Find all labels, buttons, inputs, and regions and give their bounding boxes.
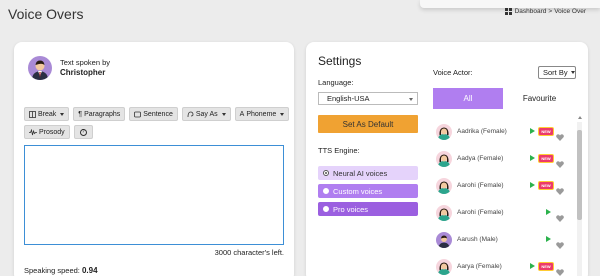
chevron-down-icon — [60, 112, 65, 116]
prosody-button[interactable]: Prosody — [24, 125, 70, 139]
radio-checked-icon — [323, 170, 329, 176]
page-title: Voice Overs — [8, 6, 84, 22]
actor-name: Aarya (Female) — [457, 263, 502, 270]
speaker-name: Christopher — [60, 68, 106, 77]
actor-name: Aarohi (Female) — [457, 209, 504, 216]
breadcrumb-current: Voice Over — [554, 8, 586, 15]
set-default-button[interactable]: Set As Default — [318, 115, 418, 133]
paragraphs-button[interactable]: ¶ Paragraphs — [73, 107, 126, 121]
new-badge-icon: NEW — [538, 127, 554, 136]
speed-value: 0.94 — [81, 266, 98, 275]
prosody-icon — [29, 128, 37, 135]
paragraph-icon: ¶ — [78, 110, 83, 118]
chevron-down-icon — [409, 98, 413, 101]
breadcrumb-separator: > — [548, 8, 553, 15]
tab-favourite[interactable]: Favourite — [503, 88, 576, 109]
settings-card: Settings Language: English-USA Set As De… — [306, 42, 588, 276]
scrollbar-thumb[interactable] — [577, 130, 582, 220]
voice-actor-item[interactable]: Aarohi (Female) — [433, 199, 573, 226]
actor-list-scrollbar[interactable] — [577, 122, 582, 276]
new-badge-icon: NEW — [538, 262, 554, 271]
tab-all[interactable]: All — [433, 88, 503, 109]
chevron-down-icon — [570, 71, 575, 74]
heart-icon[interactable] — [556, 236, 564, 249]
voice-actor-item[interactable]: Aadrika (Female) NEW — [433, 118, 573, 145]
engine-option-neural[interactable]: Neural AI voices — [318, 166, 418, 180]
language-label: Language: — [318, 78, 354, 87]
actor-avatar — [436, 177, 452, 194]
phoneme-icon: A — [239, 110, 245, 118]
help-button[interactable]: ? — [73, 125, 93, 139]
actor-avatar — [436, 204, 452, 221]
sentence-button[interactable]: Sentence — [129, 107, 178, 121]
actor-avatar — [436, 258, 452, 275]
actor-name: Aarush (Male) — [457, 236, 498, 243]
heart-icon[interactable] — [556, 209, 564, 222]
speaker-info: Text spoken by Christopher — [28, 56, 110, 80]
engine-option-pro[interactable]: Pro voices — [318, 202, 418, 216]
actor-name: Aadrika (Female) — [457, 128, 507, 135]
say-as-icon — [187, 111, 194, 117]
voice-actor-list: Aadrika (Female) NEW Aadya (Female) NEW Aaro… — [433, 118, 573, 276]
say-as-button[interactable]: Say As — [181, 107, 231, 121]
chevron-down-icon — [280, 112, 285, 116]
actor-avatar — [436, 150, 452, 167]
radio-icon — [323, 188, 329, 194]
speaker-avatar — [28, 56, 52, 80]
play-icon[interactable] — [530, 263, 535, 269]
speaker-label: Text spoken by — [60, 58, 111, 67]
settings-title: Settings — [318, 54, 362, 68]
speaking-speed: Speaking speed: 0.94 — [24, 266, 98, 275]
dashboard-icon — [504, 8, 512, 15]
heart-icon[interactable] — [556, 263, 564, 276]
play-icon[interactable] — [546, 209, 551, 215]
editor-card: Text spoken by Christopher Break ¶ Parag… — [14, 42, 294, 276]
play-icon[interactable] — [546, 236, 551, 242]
engine-option-custom[interactable]: Custom voices — [318, 184, 418, 198]
voice-actor-item[interactable]: Aarohi (Female) NEW — [433, 172, 573, 199]
break-button[interactable]: Break — [24, 107, 70, 121]
breadcrumb: Dashboard > Voice Over — [504, 8, 586, 15]
speed-label: Speaking speed: — [24, 266, 80, 275]
voice-actor-item[interactable]: Aarush (Male) — [433, 226, 573, 253]
character-count: 3000 character's left. — [214, 248, 284, 257]
voice-actor-item[interactable]: Aarya (Female) NEW — [433, 253, 573, 276]
actor-name: Aarohi (Female) — [457, 182, 504, 189]
sort-by-select[interactable]: Sort By — [538, 66, 576, 79]
tts-engine-label: TTS Engine: — [318, 146, 360, 155]
play-icon[interactable] — [530, 155, 535, 161]
heart-icon[interactable] — [556, 182, 564, 195]
language-select[interactable]: English-USA — [318, 92, 418, 105]
chevron-down-icon — [221, 112, 226, 116]
new-badge-icon: NEW — [538, 181, 554, 190]
break-icon — [29, 110, 36, 118]
heart-icon[interactable] — [556, 155, 564, 168]
voice-text-input[interactable] — [24, 145, 284, 245]
play-icon[interactable] — [530, 128, 535, 134]
actor-avatar — [436, 231, 452, 248]
breadcrumb-home-link[interactable]: Dashboard — [515, 8, 547, 15]
scroll-up-icon[interactable] — [578, 116, 582, 119]
play-icon[interactable] — [530, 182, 535, 188]
ssml-toolbar: Break ¶ Paragraphs Sentence Say As A Pho… — [24, 107, 292, 139]
actor-name: Aadya (Female) — [457, 155, 504, 162]
heart-icon[interactable] — [556, 128, 564, 141]
radio-icon — [323, 206, 329, 212]
new-badge-icon: NEW — [538, 154, 554, 163]
sentence-icon — [134, 111, 142, 117]
voice-actor-label: Voice Actor: — [433, 68, 473, 77]
actor-avatar — [436, 123, 452, 140]
help-icon: ? — [79, 128, 87, 136]
voice-actor-item[interactable]: Aadya (Female) NEW — [433, 145, 573, 172]
phoneme-button[interactable]: A Phoneme — [234, 107, 290, 121]
top-bar-shadow — [420, 0, 600, 8]
